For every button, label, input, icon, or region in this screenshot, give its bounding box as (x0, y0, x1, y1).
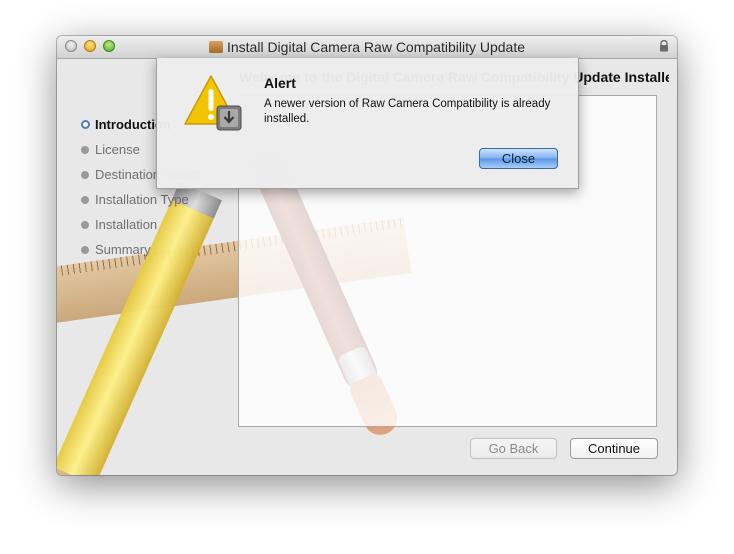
step-installation: Installation (81, 217, 241, 242)
step-bullet-icon (81, 196, 89, 204)
title-bar[interactable]: Install Digital Camera Raw Compatibility… (57, 36, 677, 59)
step-bullet-icon (81, 146, 89, 154)
step-bullet-icon (81, 221, 89, 229)
step-bullet-icon (81, 171, 89, 179)
continue-button[interactable]: Continue (570, 438, 658, 459)
lock-icon (660, 40, 668, 52)
package-icon (208, 41, 223, 53)
alert-title: Alert (264, 75, 296, 91)
alert-message: A newer version of Raw Camera Compatibil… (264, 98, 551, 125)
step-bullet-icon (81, 246, 89, 254)
alert-sheet: Alert A newer version of Raw Camera Comp… (156, 58, 579, 189)
active-step-icon (81, 120, 90, 129)
close-button[interactable]: Close (479, 148, 558, 169)
step-summary: Summary (81, 242, 241, 267)
window-title-text: Install Digital Camera Raw Compatibility… (226, 39, 525, 55)
step-installation-type: Installation Type (81, 192, 241, 217)
warning-installer-icon (184, 75, 242, 131)
window-title: Install Digital Camera Raw Compatibility… (57, 39, 677, 55)
go-back-button[interactable]: Go Back (470, 438, 557, 459)
